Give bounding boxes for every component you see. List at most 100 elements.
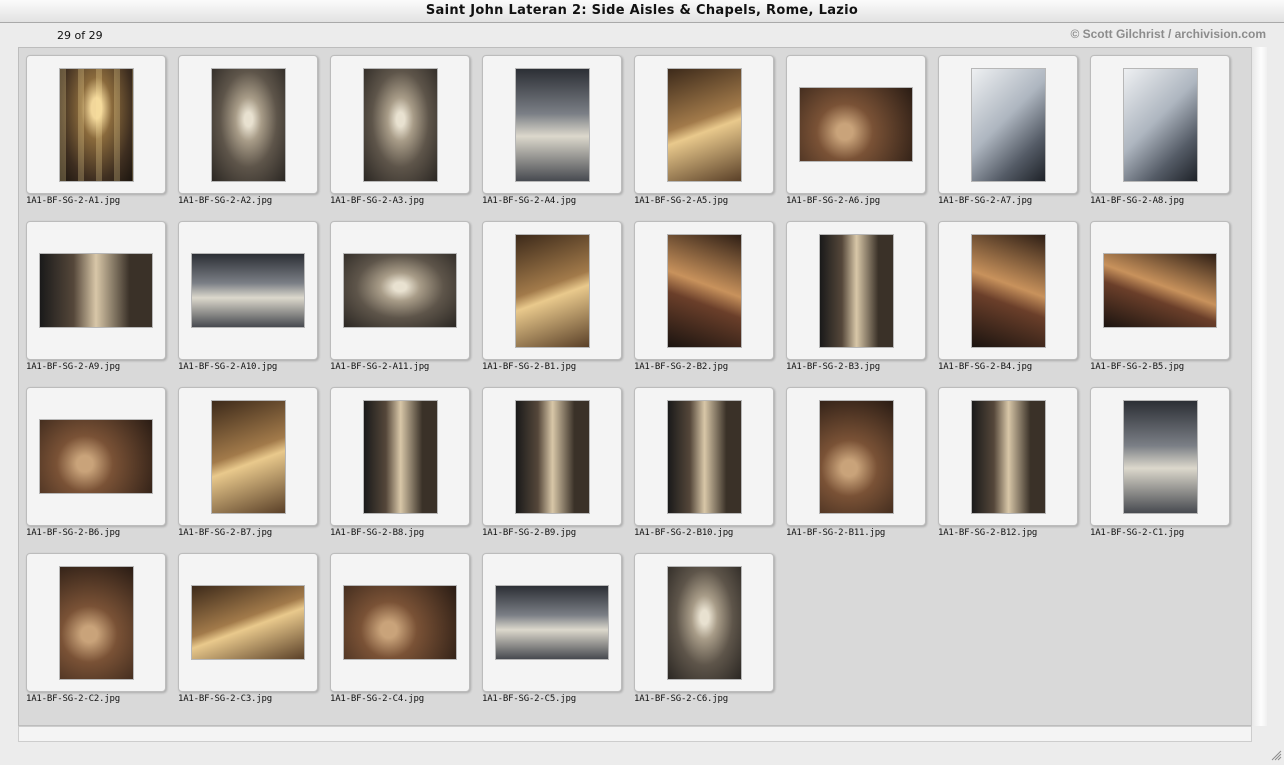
thumbnail-image[interactable] <box>40 420 152 493</box>
thumbnail-filename: 1A1-BF-SG-2-C5.jpg <box>482 694 576 704</box>
slide-frame[interactable] <box>330 55 470 194</box>
thumbnail-filename: 1A1-BF-SG-2-A8.jpg <box>1090 196 1184 206</box>
slide-frame[interactable] <box>482 387 622 526</box>
thumbnail-filename: 1A1-BF-SG-2-C4.jpg <box>330 694 424 704</box>
thumbnail-item[interactable]: 1A1-BF-SG-2-A11.jpg <box>323 214 470 372</box>
slide-frame[interactable] <box>26 387 166 526</box>
thumbnail-image[interactable] <box>1123 68 1197 181</box>
thumbnail-image[interactable] <box>515 68 589 181</box>
slide-frame[interactable] <box>634 553 774 692</box>
thumbnail-image[interactable] <box>1104 254 1216 327</box>
vertical-scrollbar[interactable] <box>1251 47 1267 726</box>
thumbnail-item[interactable]: 1A1-BF-SG-2-B7.jpg <box>171 380 318 538</box>
thumbnail-image[interactable] <box>59 566 133 679</box>
slide-frame[interactable] <box>938 221 1078 360</box>
slide-frame[interactable] <box>178 221 318 360</box>
slide-frame[interactable] <box>938 55 1078 194</box>
slide-frame[interactable] <box>1090 55 1230 194</box>
thumbnail-image[interactable] <box>800 88 912 161</box>
thumbnail-image[interactable] <box>667 566 741 679</box>
thumbnail-item[interactable]: 1A1-BF-SG-2-C4.jpg <box>323 546 470 704</box>
thumbnail-item[interactable]: 1A1-BF-SG-2-A5.jpg <box>627 48 774 206</box>
thumbnail-image[interactable] <box>192 254 304 327</box>
thumbnail-item[interactable]: 1A1-BF-SG-2-C3.jpg <box>171 546 318 704</box>
slide-frame[interactable] <box>26 553 166 692</box>
thumbnail-image[interactable] <box>344 254 456 327</box>
thumbnail-item[interactable]: 1A1-BF-SG-2-B6.jpg <box>19 380 166 538</box>
thumbnail-item[interactable]: 1A1-BF-SG-2-A4.jpg <box>475 48 622 206</box>
thumbnail-filename: 1A1-BF-SG-2-A5.jpg <box>634 196 728 206</box>
thumbnail-filename: 1A1-BF-SG-2-A3.jpg <box>330 196 424 206</box>
slide-frame[interactable] <box>330 221 470 360</box>
slide-frame[interactable] <box>1090 387 1230 526</box>
slide-frame[interactable] <box>634 221 774 360</box>
thumbnail-image[interactable] <box>40 254 152 327</box>
slide-frame[interactable] <box>786 221 926 360</box>
slide-frame[interactable] <box>178 55 318 194</box>
thumbnail-item[interactable]: 1A1-BF-SG-2-B2.jpg <box>627 214 774 372</box>
horizontal-scrollbar[interactable] <box>18 726 1252 742</box>
thumbnail-item[interactable]: 1A1-BF-SG-2-B12.jpg <box>931 380 1078 538</box>
thumbnail-image[interactable] <box>344 586 456 659</box>
thumbnail-item[interactable]: 1A1-BF-SG-2-B1.jpg <box>475 214 622 372</box>
thumbnail-image[interactable] <box>515 234 589 347</box>
thumbnail-image[interactable] <box>496 586 608 659</box>
thumbnail-item[interactable]: 1A1-BF-SG-2-B9.jpg <box>475 380 622 538</box>
thumbnail-image[interactable] <box>515 400 589 513</box>
slide-frame[interactable] <box>482 221 622 360</box>
thumbnail-item[interactable]: 1A1-BF-SG-2-A8.jpg <box>1083 48 1230 206</box>
thumbnail-image[interactable] <box>1123 400 1197 513</box>
thumbnail-item[interactable]: 1A1-BF-SG-2-B4.jpg <box>931 214 1078 372</box>
thumbnail-item[interactable]: 1A1-BF-SG-2-B10.jpg <box>627 380 774 538</box>
thumbnail-filename: 1A1-BF-SG-2-A9.jpg <box>26 362 120 372</box>
thumbnail-item[interactable]: 1A1-BF-SG-2-C2.jpg <box>19 546 166 704</box>
slide-frame[interactable] <box>786 387 926 526</box>
thumbnail-item[interactable]: 1A1-BF-SG-2-A1.jpg <box>19 48 166 206</box>
thumbnail-item[interactable]: 1A1-BF-SG-2-A6.jpg <box>779 48 926 206</box>
thumbnail-image[interactable] <box>971 400 1045 513</box>
slide-frame[interactable] <box>178 553 318 692</box>
slide-frame[interactable] <box>1090 221 1230 360</box>
thumbnail-image[interactable] <box>819 400 893 513</box>
thumbnail-image[interactable] <box>971 234 1045 347</box>
slide-frame[interactable] <box>938 387 1078 526</box>
thumbnail-image[interactable] <box>363 68 437 181</box>
resize-grip-icon[interactable] <box>1270 746 1282 761</box>
slide-frame[interactable] <box>634 387 774 526</box>
thumbnail-item[interactable]: 1A1-BF-SG-2-B5.jpg <box>1083 214 1230 372</box>
thumbnail-item[interactable]: 1A1-BF-SG-2-B11.jpg <box>779 380 926 538</box>
thumbnail-image[interactable] <box>667 400 741 513</box>
thumbnail-image[interactable] <box>192 586 304 659</box>
thumbnail-filename: 1A1-BF-SG-2-B9.jpg <box>482 528 576 538</box>
thumbnail-image[interactable] <box>819 234 893 347</box>
thumbnail-item[interactable]: 1A1-BF-SG-2-A10.jpg <box>171 214 318 372</box>
thumbnail-image[interactable] <box>363 400 437 513</box>
thumbnail-image[interactable] <box>667 68 741 181</box>
slide-frame[interactable] <box>482 553 622 692</box>
thumbnail-filename: 1A1-BF-SG-2-C3.jpg <box>178 694 272 704</box>
thumbnail-item[interactable]: 1A1-BF-SG-2-B8.jpg <box>323 380 470 538</box>
slide-frame[interactable] <box>26 55 166 194</box>
slide-frame[interactable] <box>330 553 470 692</box>
thumbnail-item[interactable]: 1A1-BF-SG-2-C6.jpg <box>627 546 774 704</box>
thumbnail-filename: 1A1-BF-SG-2-A11.jpg <box>330 362 430 372</box>
thumbnail-item[interactable]: 1A1-BF-SG-2-A7.jpg <box>931 48 1078 206</box>
slide-frame[interactable] <box>786 55 926 194</box>
thumbnail-item[interactable]: 1A1-BF-SG-2-C1.jpg <box>1083 380 1230 538</box>
slide-frame[interactable] <box>330 387 470 526</box>
thumbnail-item[interactable]: 1A1-BF-SG-2-A2.jpg <box>171 48 318 206</box>
thumbnail-item[interactable]: 1A1-BF-SG-2-C5.jpg <box>475 546 622 704</box>
thumbnail-image[interactable] <box>211 68 285 181</box>
thumbnail-item[interactable]: 1A1-BF-SG-2-B3.jpg <box>779 214 926 372</box>
slide-frame[interactable] <box>178 387 318 526</box>
thumbnail-image[interactable] <box>667 234 741 347</box>
thumbnail-image[interactable] <box>971 68 1045 181</box>
thumbnail-item[interactable]: 1A1-BF-SG-2-A9.jpg <box>19 214 166 372</box>
slide-frame[interactable] <box>634 55 774 194</box>
image-count: 29 of 29 <box>57 29 103 42</box>
slide-frame[interactable] <box>26 221 166 360</box>
thumbnail-item[interactable]: 1A1-BF-SG-2-A3.jpg <box>323 48 470 206</box>
slide-frame[interactable] <box>482 55 622 194</box>
thumbnail-image[interactable] <box>211 400 285 513</box>
thumbnail-image[interactable] <box>59 68 133 181</box>
